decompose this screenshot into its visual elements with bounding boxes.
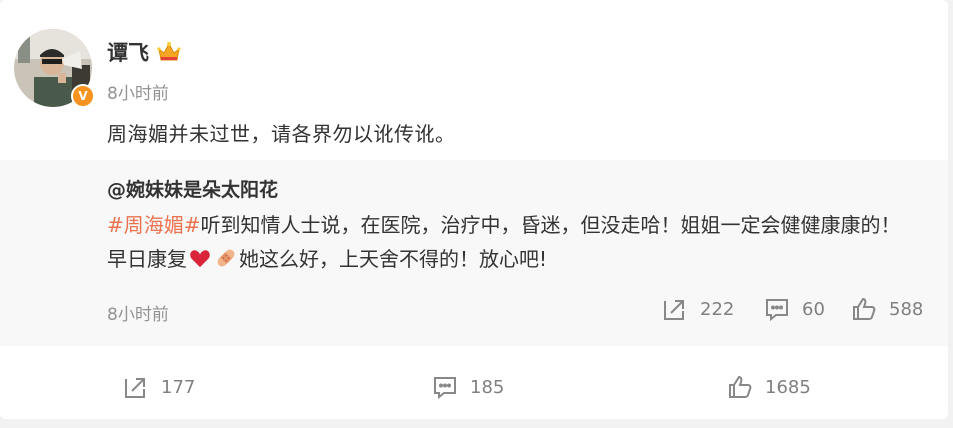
- heart-icon: [190, 250, 210, 268]
- like-count: 1685: [765, 376, 811, 398]
- retweet-user[interactable]: @婉妹妹是朵太阳花: [107, 175, 278, 202]
- retweet-comment-button[interactable]: 60: [764, 296, 825, 322]
- comment-button[interactable]: 185: [432, 374, 504, 400]
- comment-icon: [766, 299, 788, 322]
- author-name[interactable]: 谭飞: [107, 37, 149, 67]
- retweet-time[interactable]: 8小时前: [107, 300, 169, 325]
- thumbs-up-icon: [729, 375, 752, 398]
- retweet-like-button[interactable]: 588: [851, 296, 923, 322]
- repost-icon: [125, 378, 145, 398]
- repost-count: 177: [161, 376, 196, 398]
- weibo-post-card: V 谭飞 8小时前 周海媚并未过世，请各界勿以讹传讹。 @婉妹妹是朵太阳花 #周…: [0, 0, 948, 419]
- retweet-text: #周海媚#听到知情人士说，在医院，治疗中，昏迷，但没走哈！姐姐一定会健健康康的！…: [107, 208, 907, 276]
- repost-icon: [664, 300, 684, 320]
- crown-icon: [157, 42, 181, 61]
- retweet-text-part2: 她这么好，上天舍不得的！放心吧!: [239, 247, 548, 271]
- retweet-repost-button[interactable]: 222: [662, 296, 734, 322]
- verified-badge-icon: V: [71, 84, 95, 108]
- retweet-comment-count: 60: [802, 298, 825, 320]
- thumbs-up-icon: [853, 297, 876, 320]
- like-button[interactable]: 1685: [727, 374, 811, 400]
- post-time[interactable]: 8小时前: [107, 79, 169, 104]
- bandage-icon: [217, 249, 235, 267]
- hashtag-link[interactable]: #周海媚#: [107, 213, 201, 237]
- comment-count: 185: [470, 376, 505, 398]
- retweet-block[interactable]: @婉妹妹是朵太阳花 #周海媚#听到知情人士说，在医院，治疗中，昏迷，但没走哈！姐…: [0, 160, 948, 346]
- repost-button[interactable]: 177: [123, 374, 195, 400]
- retweet-repost-count: 222: [700, 298, 735, 320]
- post-text: 周海媚并未过世，请各界勿以讹传讹。: [107, 122, 456, 146]
- retweet-like-count: 588: [889, 298, 924, 320]
- author-name-row: 谭飞: [107, 37, 181, 67]
- comment-icon: [434, 377, 456, 400]
